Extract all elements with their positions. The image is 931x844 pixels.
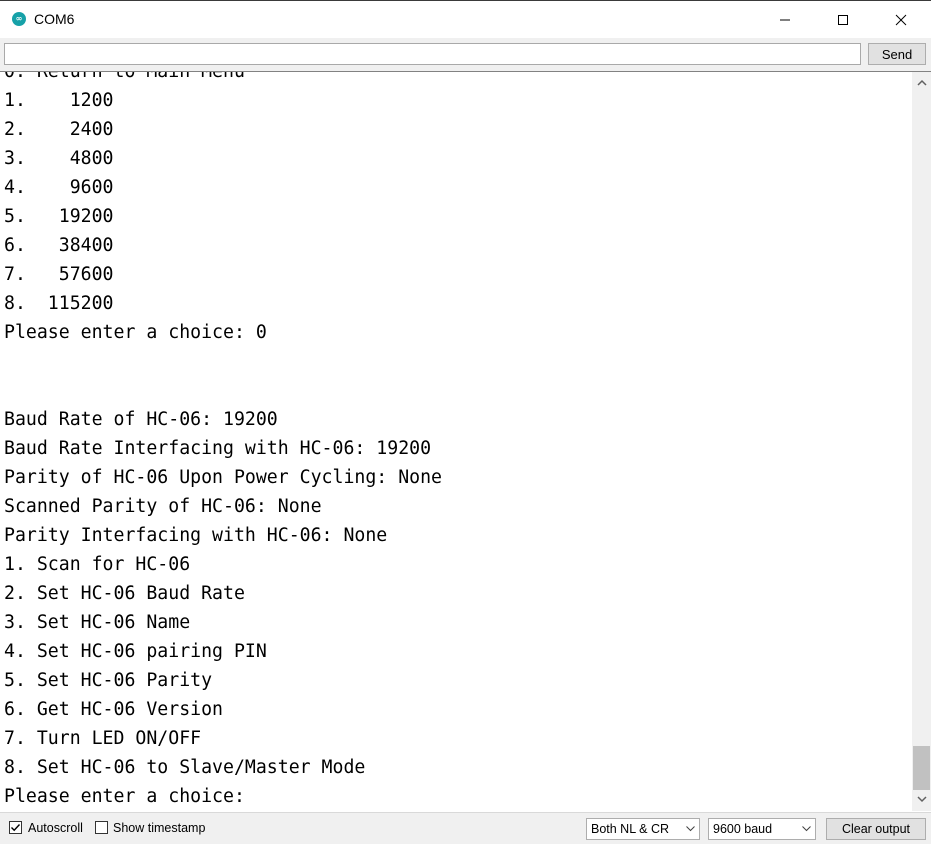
clear-output-button[interactable]: Clear output — [826, 818, 926, 840]
scroll-up-button[interactable] — [912, 74, 931, 91]
output-line: 6. Get HC-06 Version — [4, 699, 223, 720]
output-line: 5. Set HC-06 Parity — [4, 670, 213, 691]
autoscroll-label[interactable]: Autoscroll — [28, 821, 83, 835]
output-line: 7. Turn LED ON/OFF — [4, 728, 202, 749]
output-line: 4. Set HC-06 pairing PIN — [4, 641, 267, 662]
baud-rate-value: 9600 baud — [713, 822, 773, 836]
output-line: 2. 2400 — [4, 119, 114, 140]
show-timestamp-label[interactable]: Show timestamp — [113, 821, 205, 835]
output-line: 4. 9600 — [4, 177, 114, 198]
output-line: Scanned Parity of HC-06: None — [4, 496, 322, 517]
chevron-down-icon — [686, 826, 695, 832]
close-icon — [895, 14, 907, 25]
output-line: 1. 1200 — [4, 90, 114, 111]
serial-output-area[interactable]: 0. Return to Main Menu 1. 1200 2. 2400 3. 4… — [0, 71, 931, 812]
output-line: Parity Interfacing with HC-06: None — [4, 525, 388, 546]
status-bar: Autoscroll Show timestamp Both NL & CR 9… — [0, 812, 931, 844]
line-ending-select[interactable]: Both NL & CR — [586, 818, 700, 840]
show-timestamp-checkbox[interactable] — [95, 821, 108, 834]
maximize-icon — [838, 14, 848, 25]
output-line: 2. Set HC-06 Baud Rate — [4, 583, 245, 604]
output-line: Please enter a choice: — [4, 786, 256, 807]
minimize-button[interactable] — [762, 1, 808, 38]
checkmark-icon — [11, 824, 21, 832]
output-line: 3. Set HC-06 Name — [4, 612, 191, 633]
baud-rate-select[interactable]: 9600 baud — [708, 818, 816, 840]
send-button[interactable]: Send — [868, 43, 926, 65]
chevron-down-icon — [916, 796, 927, 803]
autoscroll-checkbox[interactable] — [9, 821, 22, 834]
serial-output-text: 0. Return to Main Menu 1. 1200 2. 2400 3. 4… — [4, 71, 904, 811]
output-line: 8. Set HC-06 to Slave/Master Mode — [4, 757, 366, 778]
output-line: Baud Rate Interfacing with HC-06: 19200 — [4, 438, 432, 459]
output-line: 0. Return to Main Menu — [4, 71, 245, 82]
scroll-down-button[interactable] — [912, 791, 931, 808]
close-button[interactable] — [878, 1, 924, 38]
output-line: Baud Rate of HC-06: 19200 — [4, 409, 278, 430]
output-line: 1. Scan for HC-06 — [4, 554, 191, 575]
arduino-icon: ∞ — [12, 12, 26, 26]
serial-input[interactable] — [4, 43, 861, 65]
output-line: 6. 38400 — [4, 235, 114, 256]
line-ending-value: Both NL & CR — [591, 822, 670, 836]
serial-monitor-window: ∞ COM6 Send 0. Return to Main Menu 1. 120… — [0, 0, 931, 844]
output-line: Please enter a choice: 0 — [4, 322, 267, 343]
title-bar[interactable]: ∞ COM6 — [0, 0, 931, 38]
output-line: Parity of HC-06 Upon Power Cycling: None — [4, 467, 442, 488]
output-line: 8. 115200 — [4, 293, 114, 314]
output-line: 7. 57600 — [4, 264, 114, 285]
output-line: 5. 19200 — [4, 206, 114, 227]
vertical-scrollbar[interactable] — [912, 72, 931, 811]
chevron-down-icon — [802, 826, 811, 832]
minimize-icon — [780, 19, 790, 20]
send-toolbar: Send — [0, 38, 931, 72]
maximize-button[interactable] — [820, 1, 866, 38]
scroll-thumb[interactable] — [913, 746, 930, 790]
chevron-up-icon — [916, 79, 927, 86]
window-title: COM6 — [34, 11, 75, 27]
output-line: 3. 4800 — [4, 148, 114, 169]
